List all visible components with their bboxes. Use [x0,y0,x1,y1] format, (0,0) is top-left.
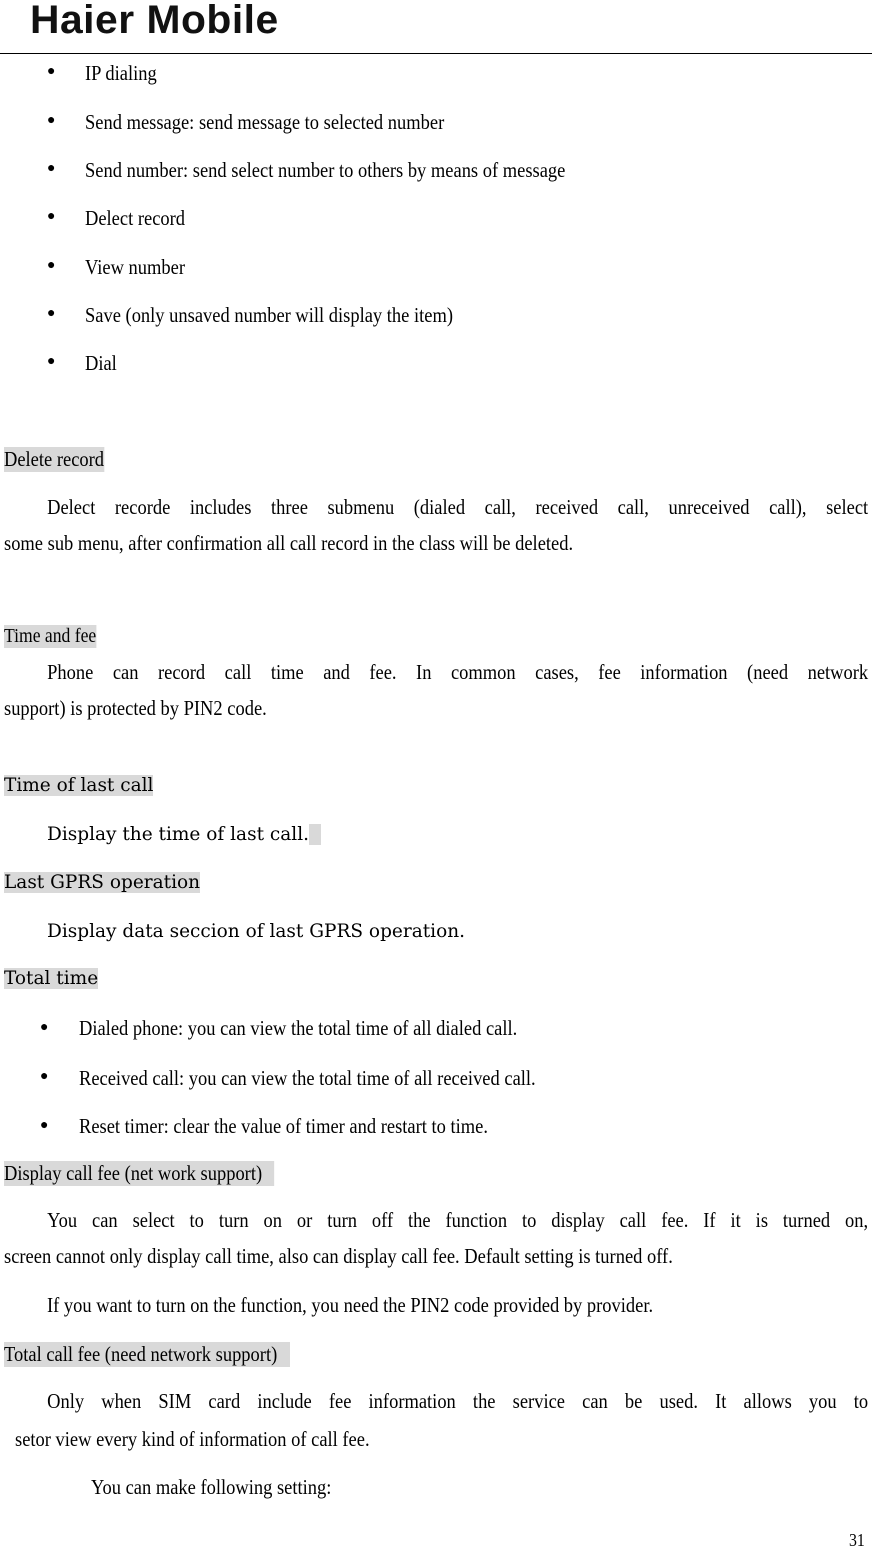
paragraph-line: screen cannot only display call time, al… [4,1244,673,1268]
section-heading-last-gprs: Last GPRS operation [4,872,201,893]
list-item: Dialed phone: you can view the total tim… [79,1016,518,1040]
bullet-icon: ● [47,354,56,369]
brand-logo: Haier Mobile [30,0,279,42]
paragraph-line: Phone can record call time and fee. In c… [47,660,869,684]
list-item: Send message: send message to selected n… [85,110,445,134]
list-item: Dial [85,351,117,375]
header-divider [0,53,872,54]
section-heading-total-call-fee: Total call fee (need network support) [4,1342,290,1367]
paragraph-line: some sub menu, after confirmation all ca… [4,531,574,555]
bullet-icon: ● [47,161,56,176]
list-item: View number [85,255,185,279]
list-item: Received call: you can view the total ti… [79,1066,536,1090]
paragraph-line: setor view every kind of information of … [15,1427,370,1451]
paragraph-line: You can select to turn on or turn off th… [47,1208,869,1232]
paragraph-text: Display the time of last call. [47,824,309,845]
bullet-icon: ● [40,1020,49,1035]
highlight-mark [309,824,321,845]
paragraph-line: Only when SIM card include fee informati… [47,1389,869,1413]
section-heading-delete-record: Delete record [4,447,105,472]
list-item: Reset timer: clear the value of timer an… [79,1114,488,1138]
list-item: Delect record [85,206,186,230]
paragraph-line: Delect recorde includes three submenu (d… [47,495,869,519]
section-heading-time-of-last-call: Time of last call [4,775,154,796]
section-heading-time-and-fee: Time and fee [4,625,97,648]
bullet-icon: ● [47,113,56,128]
paragraph-line: You can make following setting: [91,1475,332,1499]
paragraph-line: support) is protected by PIN2 code. [4,696,267,720]
section-heading-total-time: Total time [4,968,99,989]
paragraph-line: If you want to turn on the function, you… [47,1293,654,1317]
bullet-icon: ● [47,64,56,79]
list-item: Send number: send select number to other… [85,158,566,182]
bullet-icon: ● [47,306,56,321]
section-heading-display-call-fee: Display call fee (net work support) [4,1161,275,1186]
paragraph-line: Display the time of last call. [47,824,321,845]
bullet-icon: ● [47,258,56,273]
bullet-icon: ● [47,209,56,224]
bullet-icon: ● [40,1118,49,1133]
list-item: IP dialing [85,61,157,85]
list-item: Save (only unsaved number will display t… [85,303,453,327]
bullet-icon: ● [40,1069,49,1084]
paragraph-line: Display data seccion of last GPRS operat… [47,921,466,942]
